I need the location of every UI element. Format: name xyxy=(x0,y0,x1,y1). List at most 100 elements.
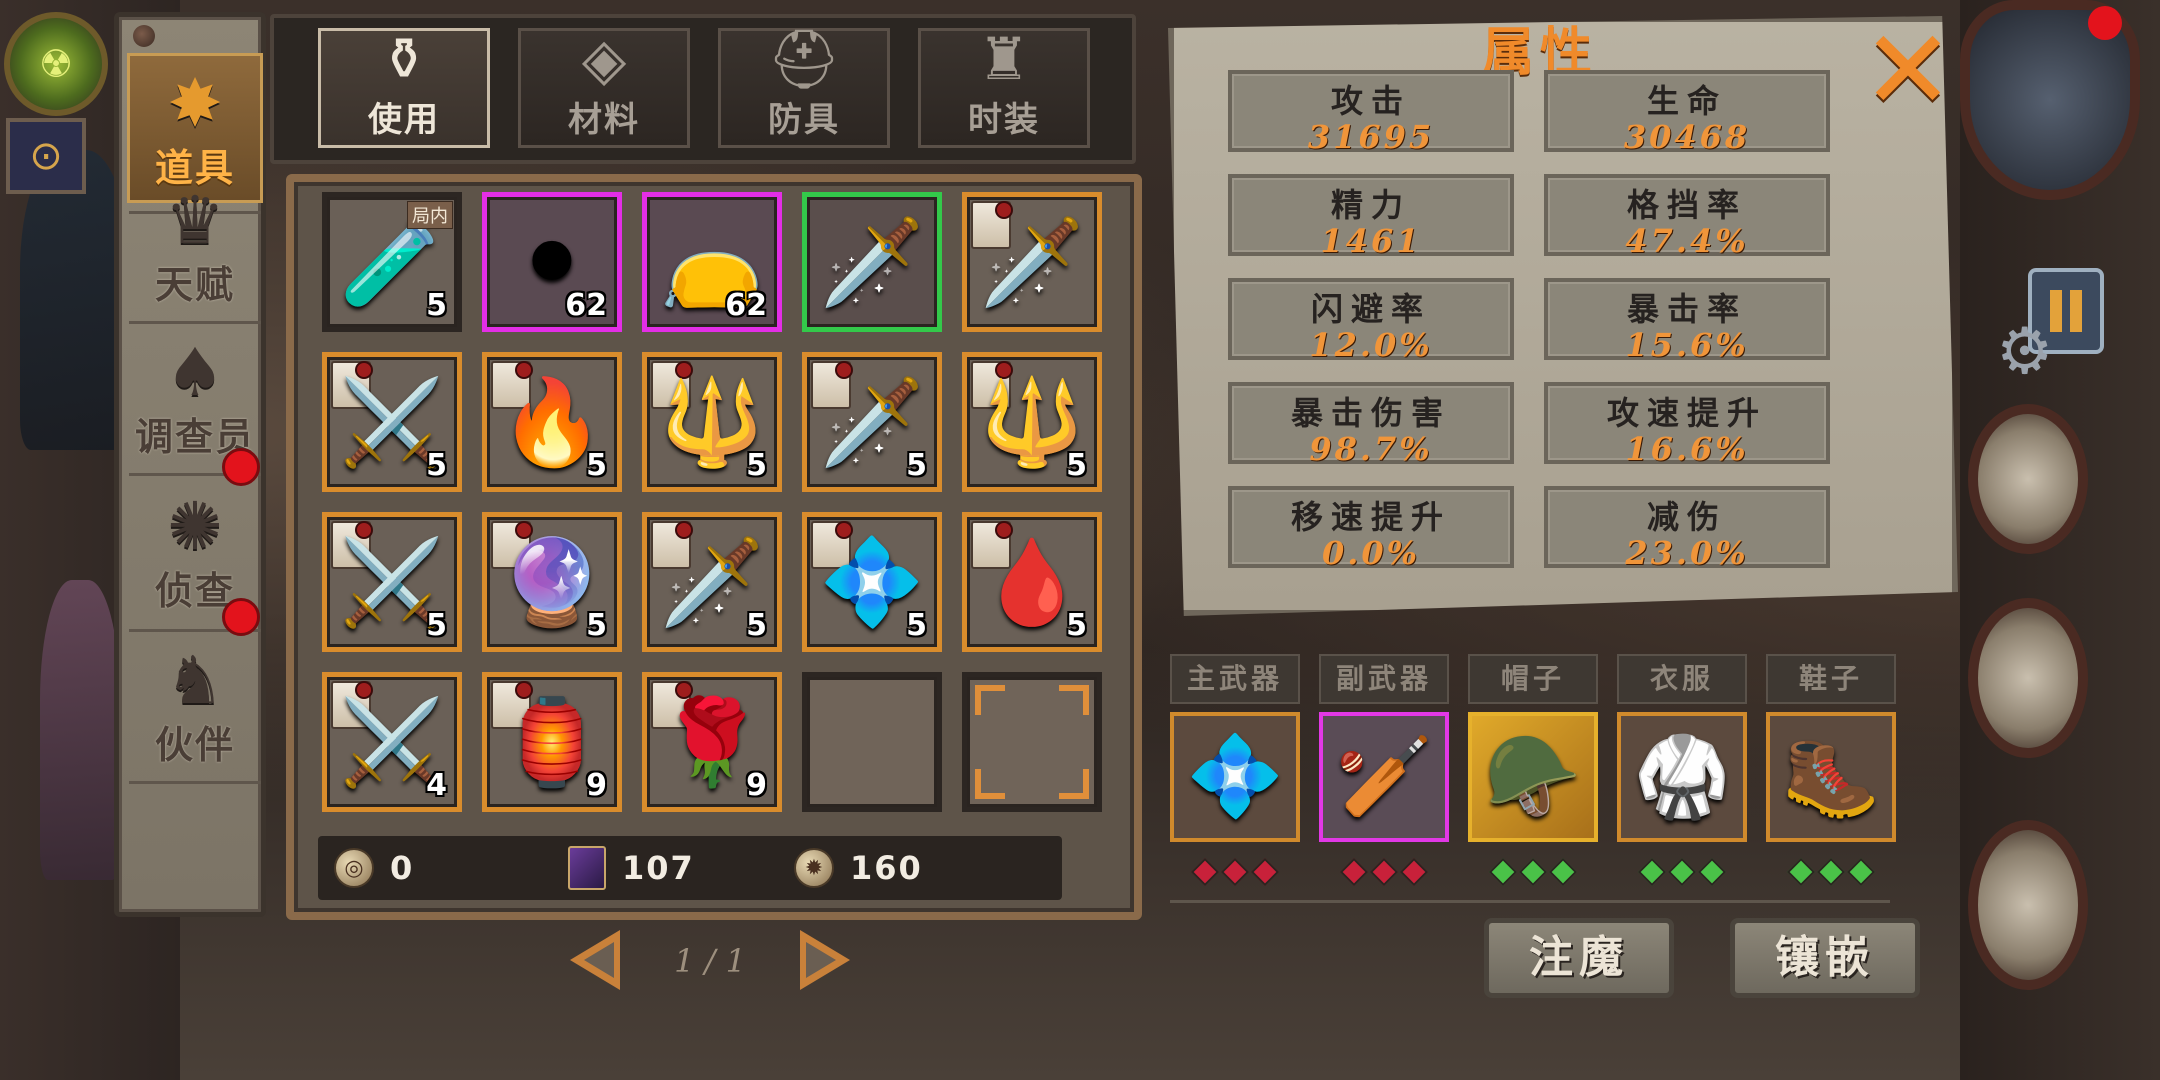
inventory-slot[interactable]: 🗡️ 5 xyxy=(642,512,782,652)
gem-sockets xyxy=(1170,857,1300,888)
nav-item-label: 侦查 xyxy=(154,569,235,613)
nav-item-label: 天赋 xyxy=(154,263,235,307)
item-quantity: 9 xyxy=(746,768,767,803)
gem-socket-icon xyxy=(1488,857,1518,887)
equipment-slot-label: 副武器 xyxy=(1319,654,1449,704)
gem-socket-icon xyxy=(1369,857,1399,887)
item-quantity: 5 xyxy=(746,448,767,483)
inventory-slot[interactable]: 🔱 5 xyxy=(962,352,1102,492)
gem-socket-icon xyxy=(1399,857,1429,887)
skill-slot-2[interactable] xyxy=(1968,598,2088,758)
potion-bottle-icon: ⚱ xyxy=(379,25,429,94)
top-hat-icon: ♜ xyxy=(978,25,1030,94)
stat-box: 精力 1461 xyxy=(1228,174,1514,260)
stat-box: 暴击率 15.6% xyxy=(1544,278,1830,364)
inventory-slot[interactable]: 🗡️ xyxy=(802,192,942,332)
equipment-slot-label: 鞋子 xyxy=(1766,654,1896,704)
settings-gear-icon[interactable]: ⚙ xyxy=(1996,320,2053,384)
inventory-slot[interactable]: 🌹 9 xyxy=(642,672,782,812)
stat-box: 格挡率 47.4% xyxy=(1544,174,1830,260)
item-quantity: 5 xyxy=(586,448,607,483)
dark-spear-scroll-icon: 🗡️ xyxy=(979,213,1085,311)
stat-box: 攻击 31695 xyxy=(1228,70,1514,156)
stat-value: 98.7% xyxy=(1309,430,1433,468)
gem-socket-icon xyxy=(1220,857,1250,887)
inventory-slot[interactable]: 🩸 5 xyxy=(962,512,1102,652)
tab-material[interactable]: ◈ 材料 xyxy=(518,27,690,148)
inventory-slot[interactable]: 💠 5 xyxy=(802,512,942,652)
tab-armor[interactable]: ⛑ 防具 xyxy=(718,25,890,148)
equipment-slot[interactable]: 🏏 xyxy=(1319,712,1449,842)
helmet-icon: ⛑ xyxy=(767,25,841,94)
inventory-slot[interactable]: 👝 62 xyxy=(642,192,782,332)
stat-value: 30468 xyxy=(1623,118,1751,156)
inventory-slot[interactable]: ⚔️ 5 xyxy=(322,352,462,492)
stat-label: 暴击率 xyxy=(1626,290,1747,328)
equipment-item-icon: 🥾 xyxy=(1782,731,1880,822)
item-quantity: 9 xyxy=(586,768,607,803)
inventory-slot[interactable]: 🗡️ xyxy=(962,192,1102,332)
stat-label: 精力 xyxy=(1330,186,1411,224)
inventory-slot[interactable] xyxy=(802,672,942,812)
stat-label: 格挡率 xyxy=(1626,186,1747,224)
gem-sockets xyxy=(1468,857,1598,888)
gem-socket-icon xyxy=(1816,857,1846,887)
inventory-slot[interactable]: 🏮 9 xyxy=(482,672,622,812)
equipment-slot-label: 帽子 xyxy=(1468,654,1598,704)
book-currency: 107 xyxy=(568,844,695,892)
equipment-slot[interactable]: 💠 xyxy=(1170,712,1300,842)
inventory-slot[interactable]: 🔱 5 xyxy=(642,352,782,492)
book-amount: 107 xyxy=(622,849,695,887)
item-quantity: 5 xyxy=(906,608,927,643)
close-button[interactable]: ✕ xyxy=(1856,15,1960,125)
inventory-slot[interactable]: 🗡️ 5 xyxy=(802,352,942,492)
stat-box: 暴击伤害 98.7% xyxy=(1228,382,1514,468)
talent-icon: ♛ xyxy=(165,182,225,259)
nav-item-talent[interactable]: ♛ 天赋 xyxy=(127,167,263,317)
inventory-slot[interactable]: 🔥 5 xyxy=(482,352,622,492)
stat-value: 12.0% xyxy=(1309,326,1433,364)
character-portrait-icon[interactable]: ⊙ xyxy=(6,118,86,194)
stat-value: 15.6% xyxy=(1625,326,1749,364)
skill-slot-3[interactable] xyxy=(1968,820,2088,990)
equipment-slot[interactable]: 🪖 xyxy=(1468,712,1598,842)
tab-use[interactable]: ⚱ 使用 xyxy=(318,25,490,148)
skill-slot-1[interactable] xyxy=(1968,404,2088,554)
item-quantity: 62 xyxy=(565,288,607,323)
crimson-scythe-icon: 🗡️ xyxy=(819,213,925,311)
gem-socket-icon xyxy=(1250,857,1280,887)
gem-socket-icon xyxy=(1846,857,1876,887)
equipment-slot[interactable]: 🥾 xyxy=(1766,712,1896,842)
prev-page-button[interactable] xyxy=(570,930,620,990)
tab-label: 时装 xyxy=(968,100,1040,140)
notification-badge xyxy=(222,448,260,486)
item-quantity: 5 xyxy=(426,608,447,643)
item-quantity: 5 xyxy=(426,448,447,483)
inventory-slot[interactable]: ⚔️ 5 xyxy=(322,512,462,652)
stat-value: 0.0% xyxy=(1321,534,1421,572)
gem-socket-icon xyxy=(1190,857,1220,887)
coin-icon: ◎ xyxy=(334,848,374,888)
equipment-slot[interactable]: 🥋 xyxy=(1617,712,1747,842)
inventory-slot[interactable] xyxy=(962,672,1102,812)
selection-corner xyxy=(1059,685,1089,715)
next-page-button[interactable] xyxy=(800,930,850,990)
tab-label: 使用 xyxy=(368,100,440,140)
item-quantity: 62 xyxy=(725,288,767,323)
stat-value: 47.4% xyxy=(1625,222,1749,260)
inventory-slot[interactable]: ⚔️ 4 xyxy=(322,672,462,812)
inventory-slot[interactable]: 🧪 局内 5 xyxy=(322,192,462,332)
inventory-slot[interactable]: 🔮 5 xyxy=(482,512,622,652)
partner-icon: ♞ xyxy=(165,642,225,719)
notification-badge xyxy=(222,598,260,636)
nav-item-partner[interactable]: ♞ 伙伴 xyxy=(127,627,263,777)
inventory-slot[interactable]: ⚫ 62 xyxy=(482,192,622,332)
equipment-slot-label: 主武器 xyxy=(1170,654,1300,704)
selection-corner xyxy=(975,685,1005,715)
inlay-button[interactable]: 镶嵌 xyxy=(1730,918,1920,998)
stat-box: 移速提升 0.0% xyxy=(1228,486,1514,572)
level-badge-icon[interactable]: ☢ xyxy=(4,12,108,116)
enchant-button[interactable]: 注魔 xyxy=(1484,918,1674,998)
tab-fashion[interactable]: ♜ 时装 xyxy=(918,25,1090,148)
nav-item-investigator[interactable]: ♠ 调查员 xyxy=(127,319,263,469)
